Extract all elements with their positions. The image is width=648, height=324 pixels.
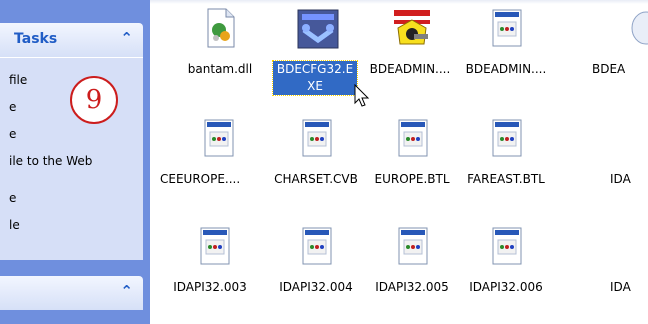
file-item[interactable]: CEEUROPE....: [160, 118, 256, 198]
file-item[interactable]: CHARSET.CVB: [268, 118, 364, 198]
step-marker: 9: [70, 76, 118, 124]
task-item[interactable]: e: [0, 127, 143, 145]
document-icon: [628, 8, 648, 48]
file-name: IDA: [610, 172, 631, 186]
document-icon: [300, 118, 334, 158]
collapse-chevron-icon[interactable]: ⌃: [120, 282, 133, 300]
file-name: bantam.dll: [187, 62, 253, 76]
bde-admin-icon: [392, 8, 432, 48]
task-item-label: e: [9, 127, 17, 141]
file-name: IDAPI32.005: [375, 280, 449, 294]
file-name: EUROPE.BTL: [374, 172, 450, 186]
view-top-edge: [150, 0, 648, 4]
file-item[interactable]: IDA: [592, 118, 648, 198]
collapse-chevron-icon[interactable]: ⌃: [120, 29, 133, 47]
file-name: CHARSET.CVB: [274, 172, 358, 186]
file-name: BDECFG32.EXE: [272, 60, 358, 96]
task-item[interactable]: e: [0, 191, 143, 209]
task-item-label: le: [9, 218, 20, 232]
file-item[interactable]: bantam.dll: [172, 8, 268, 88]
task-item-label: file: [9, 73, 28, 87]
dll-icon: [204, 8, 238, 48]
file-item[interactable]: IDAPI32.005: [364, 226, 460, 306]
task-item-label: e: [9, 191, 17, 205]
file-item[interactable]: BDEADMIN....: [362, 8, 458, 88]
tasks-panel-body: file e e ile to the Web e le: [0, 57, 143, 260]
tasks-panel-header[interactable]: Tasks ⌃: [0, 23, 143, 57]
task-item-label: ile to the Web: [9, 154, 93, 168]
file-item[interactable]: IDAPI32.006: [458, 226, 554, 306]
document-icon: [396, 226, 430, 266]
file-name: BDEADMIN....: [369, 62, 451, 76]
file-item[interactable]: BDEA: [572, 8, 648, 88]
file-item[interactable]: IDAPI32.003: [150, 226, 247, 306]
other-panel-header[interactable]: ⌃: [0, 276, 143, 310]
task-item[interactable]: file: [0, 73, 143, 91]
task-pane: Tasks ⌃ file e e ile to the Web e le ⌃: [0, 0, 150, 324]
task-item-publish-web[interactable]: ile to the Web: [0, 154, 143, 172]
file-item[interactable]: IDA: [592, 226, 648, 306]
file-name: IDAPI32.006: [469, 280, 543, 294]
document-icon: [490, 118, 524, 158]
task-item-label: e: [9, 100, 17, 114]
document-icon: [490, 226, 524, 266]
file-item-selected[interactable]: BDECFG32.EXE: [268, 8, 364, 96]
task-item[interactable]: le: [0, 218, 143, 236]
file-item[interactable]: BDEADMIN....: [458, 8, 554, 88]
document-icon: [300, 226, 334, 266]
file-item[interactable]: EUROPE.BTL: [364, 118, 460, 198]
file-name: IDAPI32.004: [279, 280, 353, 294]
file-name: IDA: [610, 280, 631, 294]
mouse-cursor-icon: [354, 83, 370, 108]
bde-config-icon: [296, 8, 340, 49]
file-name: BDEA: [592, 62, 626, 76]
tasks-panel-title: Tasks: [14, 31, 58, 47]
document-icon: [490, 8, 524, 48]
file-name: FAREAST.BTL: [467, 172, 545, 186]
document-icon: [202, 118, 236, 158]
file-item[interactable]: FAREAST.BTL: [458, 118, 554, 198]
file-name: CEEUROPE....: [160, 172, 241, 186]
file-name: IDAPI32.003: [173, 280, 247, 294]
document-icon: [396, 118, 430, 158]
file-item[interactable]: IDAPI32.004: [268, 226, 364, 306]
file-name: BDEADMIN....: [465, 62, 547, 76]
document-icon: [198, 226, 232, 266]
